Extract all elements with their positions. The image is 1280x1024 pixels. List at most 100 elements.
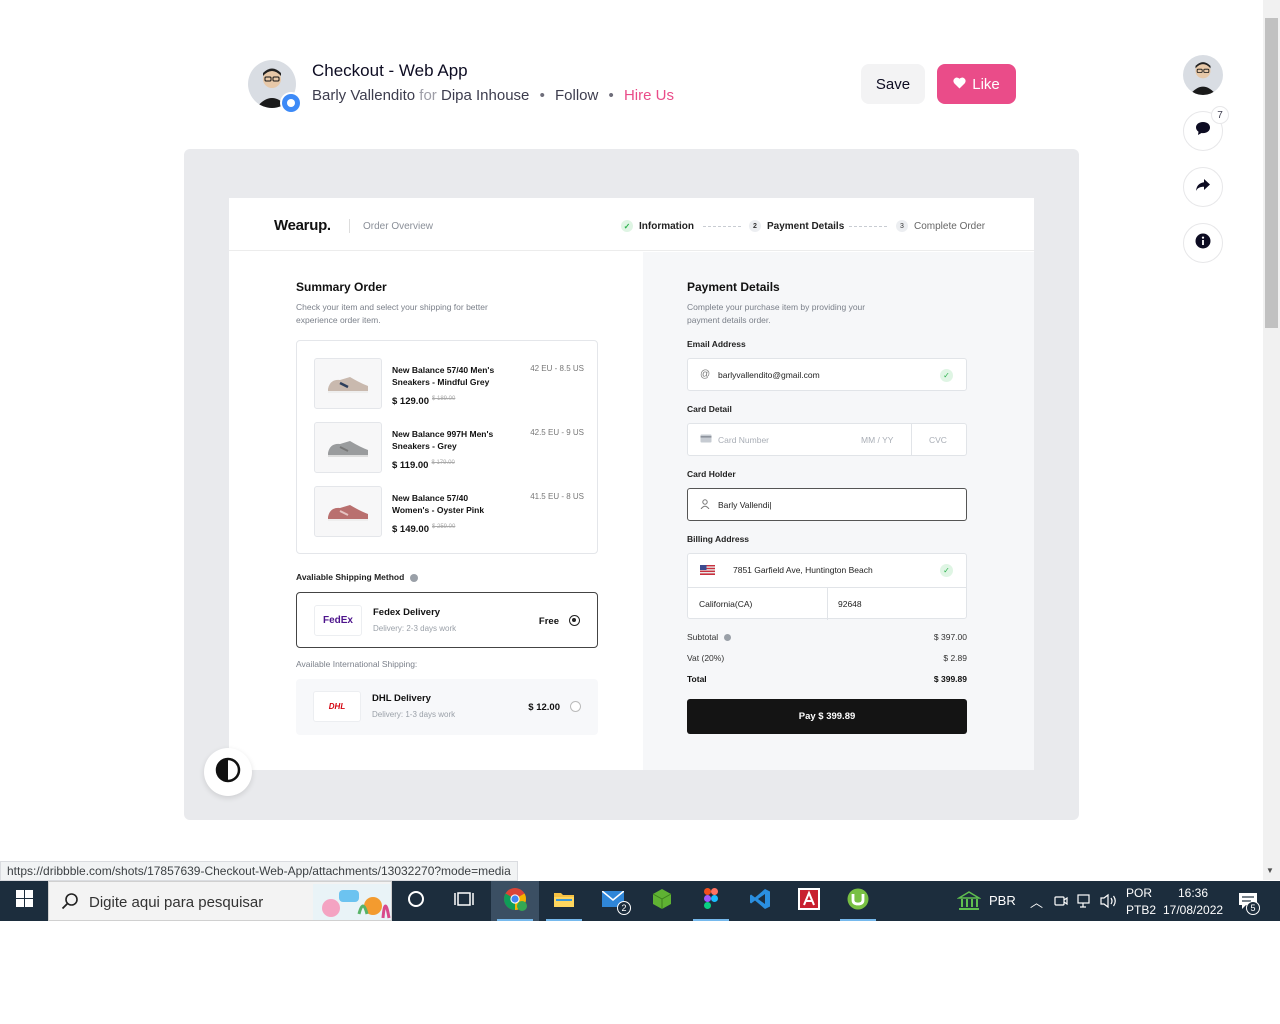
team-name[interactable]: Dipa Inhouse [441, 87, 529, 104]
language-code[interactable]: POR [1126, 886, 1152, 900]
card-holder-field[interactable]: Barly Vallendi| [687, 488, 967, 521]
rail-author-avatar[interactable] [1183, 55, 1223, 95]
email-field[interactable]: @ barlyvallendito@gmail.com ✓ [687, 358, 967, 391]
cart-item[interactable]: New Balance 57/40 Women's - Oyster Pink … [314, 486, 584, 540]
check-icon: ✓ [621, 220, 633, 232]
tray-expand-icon[interactable]: ︿ [1030, 892, 1043, 911]
pro-badge-icon [280, 92, 302, 114]
shipping-radio[interactable] [570, 701, 581, 712]
billing-zip[interactable]: 92648 [838, 599, 862, 609]
taskbar-vscode[interactable] [736, 881, 784, 921]
payment-subtitle: Complete your purchase item by providing… [687, 301, 865, 327]
pay-button[interactable]: Pay $ 399.89 [687, 699, 967, 734]
subtotal-row: Subtotal $ 397.00 [687, 632, 967, 642]
divider [911, 424, 912, 455]
taskbar-autocad[interactable] [785, 881, 833, 921]
shipping-method-text: Avaliable Shipping Method [296, 572, 405, 582]
item-price: $ 149.00 $ 259.00 [392, 524, 455, 535]
fedex-logo: FedEx [314, 605, 362, 636]
heart-icon [953, 76, 966, 93]
separator-dot: • [608, 87, 614, 104]
card-number-input[interactable]: Card Number [718, 435, 769, 445]
clock-time[interactable]: 16:36 [1178, 886, 1208, 900]
details-button[interactable] [1183, 223, 1223, 263]
contrast-icon [215, 757, 241, 788]
task-view-button[interactable] [440, 881, 488, 921]
follow-link[interactable]: Follow [555, 87, 598, 104]
notification-count: 5 [1246, 901, 1260, 915]
step-label: Complete Order [914, 220, 986, 232]
vat-label: Vat (20%) [687, 653, 725, 663]
old-price: $ 179.00 [431, 460, 455, 466]
step-label: Information [639, 220, 694, 232]
billing-state[interactable]: California(CA) [699, 599, 752, 609]
subtotal-label: Subtotal [687, 632, 719, 642]
taskbar-search-box[interactable]: Digite aqui para pesquisar [48, 881, 392, 921]
item-name: New Balance 997H Men's Sneakers - Grey [392, 429, 494, 451]
search-highlight-illustration-icon [313, 884, 391, 920]
item-name: New Balance 57/40 Women's - Oyster Pink [392, 493, 485, 515]
bank-icon[interactable] [956, 891, 982, 916]
taskbar-mail[interactable]: 2 [589, 881, 637, 921]
save-button[interactable]: Save [861, 64, 925, 104]
comment-count: 7 [1211, 106, 1229, 124]
chrome-icon [503, 887, 527, 916]
price-value: $ 149.00 [392, 524, 429, 535]
scroll-down-arrow-icon[interactable]: ▼ [1266, 866, 1274, 875]
item-price: $ 129.00 $ 189.00 [392, 396, 455, 407]
for-word: for [419, 87, 437, 104]
cart-item[interactable]: New Balance 57/40 Men's Sneakers - Mindf… [314, 358, 584, 412]
billing-address-field[interactable]: 7851 Garfield Ave, Huntington Beach ✓ Ca… [687, 553, 967, 620]
green-cube-icon [651, 888, 673, 915]
scrollbar-thumb[interactable] [1265, 18, 1278, 328]
item-price: $ 119.00 $ 179.00 [392, 460, 455, 471]
taskbar-app-green[interactable] [638, 881, 686, 921]
clock-date[interactable]: 17/08/2022 [1163, 903, 1223, 917]
subtotal-value: $ 397.00 [933, 632, 967, 642]
active-indicator [546, 919, 582, 921]
card-detail-field[interactable]: Card Number MM / YY CVC [687, 423, 967, 456]
network-icon[interactable] [1077, 893, 1093, 914]
summary-title: Summary Order [296, 280, 387, 294]
card-icon [700, 434, 712, 446]
hire-us-link[interactable]: Hire Us [624, 87, 674, 104]
keyboard-layout[interactable]: PTB2 [1126, 903, 1156, 917]
mail-badge: 2 [617, 901, 631, 915]
card-cvc-input[interactable]: CVC [929, 435, 947, 445]
dhl-logo-text: DHL [328, 702, 346, 711]
bank-label: PBR [989, 893, 1016, 908]
active-indicator [840, 919, 876, 921]
active-indicator [497, 919, 533, 921]
taskbar-utorrent[interactable] [834, 881, 882, 921]
card-detail-label: Card Detail [687, 404, 732, 414]
shipping-method-label: Avaliable Shipping Method [296, 572, 418, 582]
step-number: 2 [749, 220, 761, 232]
cortana-button[interactable] [392, 881, 440, 921]
item-size: 42.5 EU - 9 US [530, 428, 584, 437]
cart-item[interactable]: New Balance 997H Men's Sneakers - Grey 4… [314, 422, 584, 476]
taskbar-figma[interactable] [687, 881, 735, 921]
shipping-option-fedex[interactable]: FedEx Fedex Delivery Delivery: 2-3 days … [296, 592, 598, 648]
divider [349, 219, 350, 233]
meet-now-icon[interactable] [1054, 894, 1068, 913]
active-indicator [693, 919, 729, 921]
vat-row: Vat (20%) $ 2.89 [687, 653, 967, 663]
us-flag-icon [700, 565, 715, 578]
start-button[interactable] [0, 881, 48, 921]
at-icon: @ [700, 369, 711, 380]
step-connector [703, 226, 741, 227]
shipping-radio[interactable] [569, 615, 580, 626]
taskbar-file-explorer[interactable] [540, 881, 588, 921]
summary-subtitle-line: Check your item and select your shipping… [296, 302, 488, 312]
taskbar-chrome[interactable] [491, 881, 539, 921]
like-button[interactable]: Like [937, 64, 1016, 104]
contrast-toggle-button[interactable] [204, 748, 252, 796]
shipping-option-dhl[interactable]: DHL DHL Delivery Delivery: 1-3 days work… [296, 679, 598, 735]
author-name[interactable]: Barly Vallendito [312, 87, 415, 104]
step-information: ✓ Information [621, 220, 694, 232]
volume-icon[interactable] [1100, 893, 1118, 914]
card-expiry-input[interactable]: MM / YY [861, 435, 893, 445]
share-button[interactable] [1183, 167, 1223, 207]
card-holder-value: Barly Vallendi| [718, 500, 772, 510]
utorrent-icon [847, 888, 869, 915]
